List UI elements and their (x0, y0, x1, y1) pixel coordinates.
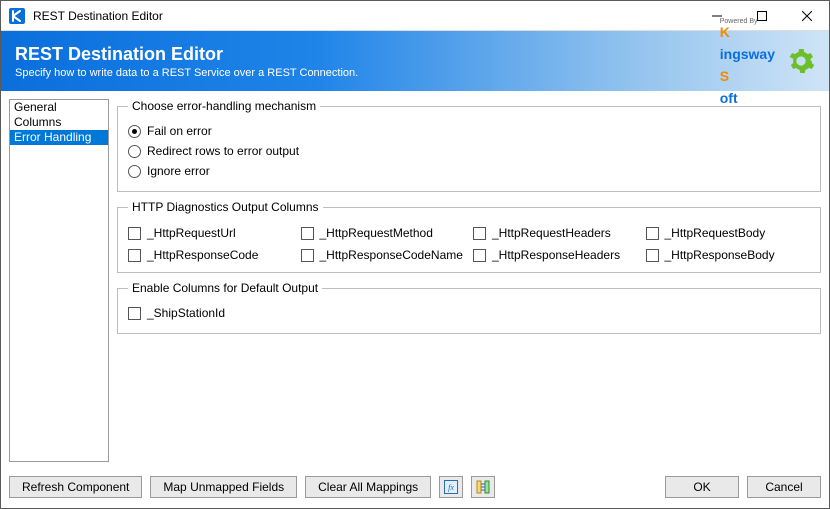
sidebar-item-general[interactable]: General (10, 100, 108, 115)
radio-fail-on-error[interactable]: Fail on error (128, 121, 810, 141)
footer-toolbar: Refresh Component Map Unmapped Fields Cl… (1, 470, 829, 508)
radio-ignore-error[interactable]: Ignore error (128, 161, 810, 181)
checkbox-icon (128, 307, 141, 320)
checkbox-label: _HttpResponseHeaders (492, 248, 620, 262)
checkbox-label: _HttpRequestUrl (147, 226, 236, 240)
main-panel: Choose error-handling mechanism Fail on … (117, 99, 821, 462)
check-http-request-url[interactable]: _HttpRequestUrl (128, 226, 293, 240)
default-output-group: Enable Columns for Default Output _ShipS… (117, 281, 821, 334)
checkbox-label: _HttpRequestBody (665, 226, 766, 240)
gear-icon (787, 47, 815, 75)
radio-redirect-rows[interactable]: Redirect rows to error output (128, 141, 810, 161)
window-title: REST Destination Editor (33, 9, 694, 23)
ok-button[interactable]: OK (665, 476, 739, 498)
checkbox-label: _HttpRequestMethod (320, 226, 433, 240)
error-handling-group: Choose error-handling mechanism Fail on … (117, 99, 821, 192)
check-http-request-body[interactable]: _HttpRequestBody (646, 226, 811, 240)
error-handling-legend: Choose error-handling mechanism (128, 99, 320, 113)
checkbox-icon (473, 227, 486, 240)
check-http-response-body[interactable]: _HttpResponseBody (646, 248, 811, 262)
checkbox-label: _HttpResponseCode (147, 248, 258, 262)
radio-label: Ignore error (147, 164, 210, 178)
map-unmapped-fields-button[interactable]: Map Unmapped Fields (150, 476, 297, 498)
checkbox-icon (646, 227, 659, 240)
logo-text: KingswaySoft (720, 25, 775, 105)
radio-icon (128, 165, 141, 178)
checkbox-label: _ShipStationId (147, 306, 225, 320)
check-http-response-headers[interactable]: _HttpResponseHeaders (473, 248, 638, 262)
svg-text:fx: fx (448, 483, 454, 492)
header-banner: REST Destination Editor Specify how to w… (1, 31, 829, 91)
banner-subheading: Specify how to write data to a REST Serv… (15, 67, 720, 79)
radio-icon (128, 145, 141, 158)
check-http-response-code[interactable]: _HttpResponseCode (128, 248, 293, 262)
sidebar-item-columns[interactable]: Columns (10, 115, 108, 130)
cancel-button[interactable]: Cancel (747, 476, 821, 498)
checkbox-icon (301, 227, 314, 240)
radio-icon (128, 125, 141, 138)
radio-label: Redirect rows to error output (147, 144, 299, 158)
branding: Powered By KingswaySoft (720, 18, 815, 105)
editor-body: General Columns Error Handling Choose er… (1, 91, 829, 470)
checkbox-icon (473, 249, 486, 262)
http-diagnostics-legend: HTTP Diagnostics Output Columns (128, 200, 323, 214)
checkbox-label: _HttpResponseCodeName (320, 248, 463, 262)
default-output-legend: Enable Columns for Default Output (128, 281, 322, 295)
checkbox-icon (646, 249, 659, 262)
radio-label: Fail on error (147, 124, 212, 138)
titlebar: REST Destination Editor (1, 1, 829, 31)
checkbox-icon (301, 249, 314, 262)
check-http-request-method[interactable]: _HttpRequestMethod (301, 226, 466, 240)
checkbox-icon (128, 249, 141, 262)
app-icon (9, 8, 25, 24)
refresh-component-button[interactable]: Refresh Component (9, 476, 142, 498)
kingswaysoft-logo: Powered By KingswaySoft (720, 18, 775, 105)
editor-window: REST Destination Editor REST Destination… (0, 0, 830, 509)
expression-builder-button[interactable]: fx (439, 476, 463, 498)
http-diagnostics-grid: _HttpRequestUrl _HttpRequestMethod _Http… (128, 222, 810, 262)
checkbox-label: _HttpRequestHeaders (492, 226, 611, 240)
sidebar-item-error-handling[interactable]: Error Handling (10, 130, 108, 145)
clear-all-mappings-button[interactable]: Clear All Mappings (305, 476, 431, 498)
check-shipstation-id[interactable]: _ShipStationId (128, 303, 810, 323)
banner-text: REST Destination Editor Specify how to w… (15, 44, 720, 79)
category-sidebar[interactable]: General Columns Error Handling (9, 99, 109, 462)
checkbox-label: _HttpResponseBody (665, 248, 775, 262)
check-http-request-headers[interactable]: _HttpRequestHeaders (473, 226, 638, 240)
check-http-response-code-name[interactable]: _HttpResponseCodeName (301, 248, 466, 262)
column-map-button[interactable] (471, 476, 495, 498)
banner-heading: REST Destination Editor (15, 44, 720, 65)
http-diagnostics-group: HTTP Diagnostics Output Columns _HttpReq… (117, 200, 821, 273)
checkbox-icon (128, 227, 141, 240)
